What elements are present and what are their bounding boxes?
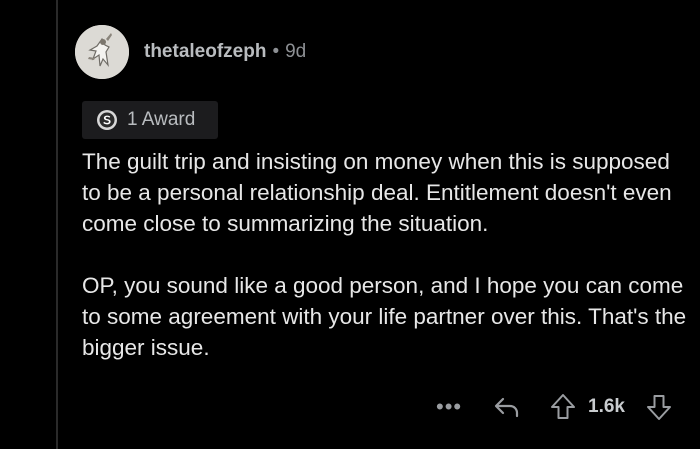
avatar[interactable] [75, 25, 129, 79]
reply-icon[interactable] [493, 394, 521, 420]
comment-paragraph: The guilt trip and insisting on money wh… [82, 149, 672, 236]
comment: thetaleofzeph • 9d 1 Award The guilt tri… [0, 0, 700, 449]
separator-dot: • [272, 41, 280, 62]
comment-header: thetaleofzeph • 9d [75, 25, 306, 79]
silver-award-icon [96, 109, 118, 131]
award-label: 1 Award [127, 109, 196, 130]
upvote-icon[interactable] [550, 393, 576, 421]
comment-age: 9d [285, 41, 307, 62]
comment-actions: ••• 1.6k [0, 392, 700, 422]
avatar-image [75, 25, 129, 79]
username[interactable]: thetaleofzeph [144, 41, 266, 63]
downvote-icon[interactable] [646, 393, 672, 421]
comment-body: The guilt trip and insisting on money wh… [82, 146, 687, 363]
comment-paragraph: OP, you sound like a good person, and I … [82, 273, 687, 360]
more-options-button[interactable]: ••• [436, 392, 462, 422]
vote-score: 1.6k [588, 396, 625, 417]
award-badge[interactable]: 1 Award [82, 101, 218, 139]
